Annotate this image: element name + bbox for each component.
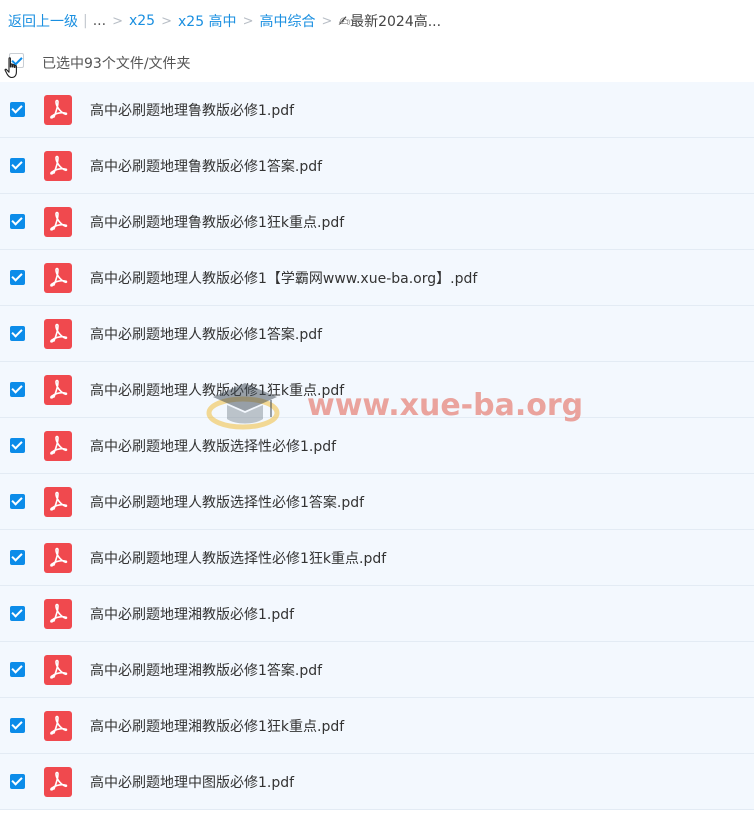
file-name[interactable]: 高中必刷题地理鲁教版必修1狂k重点.pdf [90,212,344,232]
pdf-file-icon [44,375,72,405]
breadcrumb: 返回上一级 | ... > x25 > x25 高中 > 高中综合 > ✍最新2… [0,0,754,42]
row-checkbox[interactable] [10,774,25,789]
breadcrumb-separator-icon: > [112,13,123,29]
breadcrumb-separator-icon: > [321,13,333,29]
pdf-file-icon [44,263,72,293]
breadcrumb-ellipsis[interactable]: ... [93,13,106,29]
file-row[interactable]: 高中必刷题地理鲁教版必修1答案.pdf [0,138,754,194]
pdf-file-icon [44,95,72,125]
file-row[interactable]: 高中必刷题地理人教版必修1答案.pdf [0,306,754,362]
breadcrumb-separator-icon: > [161,13,172,29]
file-name[interactable]: 高中必刷题地理人教版选择性必修1.pdf [90,436,336,456]
file-name[interactable]: 高中必刷题地理鲁教版必修1答案.pdf [90,156,322,176]
file-name[interactable]: 高中必刷题地理湘教版必修1.pdf [90,604,294,624]
file-row[interactable]: 高中必刷题地理人教版必修1【学霸网www.xue-ba.org】.pdf [0,250,754,306]
row-checkbox[interactable] [10,158,25,173]
pdf-file-icon [44,767,72,797]
row-checkbox[interactable] [10,326,25,341]
file-row[interactable]: 高中必刷题地理鲁教版必修1狂k重点.pdf [0,194,754,250]
row-checkbox[interactable] [10,382,25,397]
breadcrumb-current: ✍最新2024高... [338,14,442,30]
file-row[interactable]: 高中必刷题地理中图版必修1.pdf [0,754,754,810]
breadcrumb-item-x25[interactable]: x25 [129,13,155,29]
file-row[interactable]: 高中必刷题地理湘教版必修1答案.pdf [0,642,754,698]
selection-count-label: 已选中93个文件/文件夹 [42,56,191,72]
file-name[interactable]: 高中必刷题地理中图版必修1.pdf [90,772,294,792]
pdf-file-icon [44,599,72,629]
file-name[interactable]: 高中必刷题地理人教版必修1【学霸网www.xue-ba.org】.pdf [90,268,477,288]
file-row[interactable]: 高中必刷题地理湘教版必修1狂k重点.pdf [0,698,754,754]
pdf-file-icon [44,655,72,685]
row-checkbox[interactable] [10,214,25,229]
file-name[interactable]: 高中必刷题地理人教版选择性必修1狂k重点.pdf [90,548,386,568]
breadcrumb-item-x25-senior[interactable]: x25 高中 [178,11,237,31]
row-checkbox[interactable] [10,550,25,565]
file-row[interactable]: 高中必刷题地理鲁教版必修1.pdf [0,82,754,138]
file-row[interactable]: 高中必刷题地理湘教版必修1.pdf [0,586,754,642]
pdf-file-icon [44,151,72,181]
hand-cursor-icon [4,57,17,79]
row-checkbox[interactable] [10,102,25,117]
pdf-file-icon [44,319,72,349]
breadcrumb-item-comprehensive[interactable]: 高中综合 [259,11,315,31]
back-link[interactable]: 返回上一级 [8,11,78,31]
file-name[interactable]: 高中必刷题地理人教版必修1答案.pdf [90,324,322,344]
pdf-file-icon [44,207,72,237]
file-row[interactable]: 高中必刷题地理人教版必修1狂k重点.pdf [0,362,754,418]
row-checkbox[interactable] [10,494,25,509]
selection-header: 已选中93个文件/文件夹 [0,42,754,82]
file-name[interactable]: 高中必刷题地理湘教版必修1答案.pdf [90,660,322,680]
file-row[interactable]: 高中必刷题地理人教版选择性必修1狂k重点.pdf [0,530,754,586]
pdf-file-icon [44,431,72,461]
pdf-file-icon [44,543,72,573]
file-name[interactable]: 高中必刷题地理湘教版必修1狂k重点.pdf [90,716,344,736]
pdf-file-icon [44,711,72,741]
file-name[interactable]: 高中必刷题地理鲁教版必修1.pdf [90,100,294,120]
pdf-file-icon [44,487,72,517]
row-checkbox[interactable] [10,662,25,677]
row-checkbox[interactable] [10,606,25,621]
file-list: 高中必刷题地理鲁教版必修1.pdf 高中必刷题地理鲁教版必修1答案.pdf 高中… [0,82,754,810]
breadcrumb-divider: | [83,13,88,29]
file-row[interactable]: 高中必刷题地理人教版选择性必修1.pdf [0,418,754,474]
row-checkbox[interactable] [10,718,25,733]
file-browser: 返回上一级 | ... > x25 > x25 高中 > 高中综合 > ✍最新2… [0,0,754,822]
breadcrumb-separator-icon: > [242,13,254,29]
file-row[interactable]: 高中必刷题地理人教版选择性必修1答案.pdf [0,474,754,530]
row-checkbox[interactable] [10,270,25,285]
row-checkbox[interactable] [10,438,25,453]
file-name[interactable]: 高中必刷题地理人教版选择性必修1答案.pdf [90,492,364,512]
file-name[interactable]: 高中必刷题地理人教版必修1狂k重点.pdf [90,380,344,400]
